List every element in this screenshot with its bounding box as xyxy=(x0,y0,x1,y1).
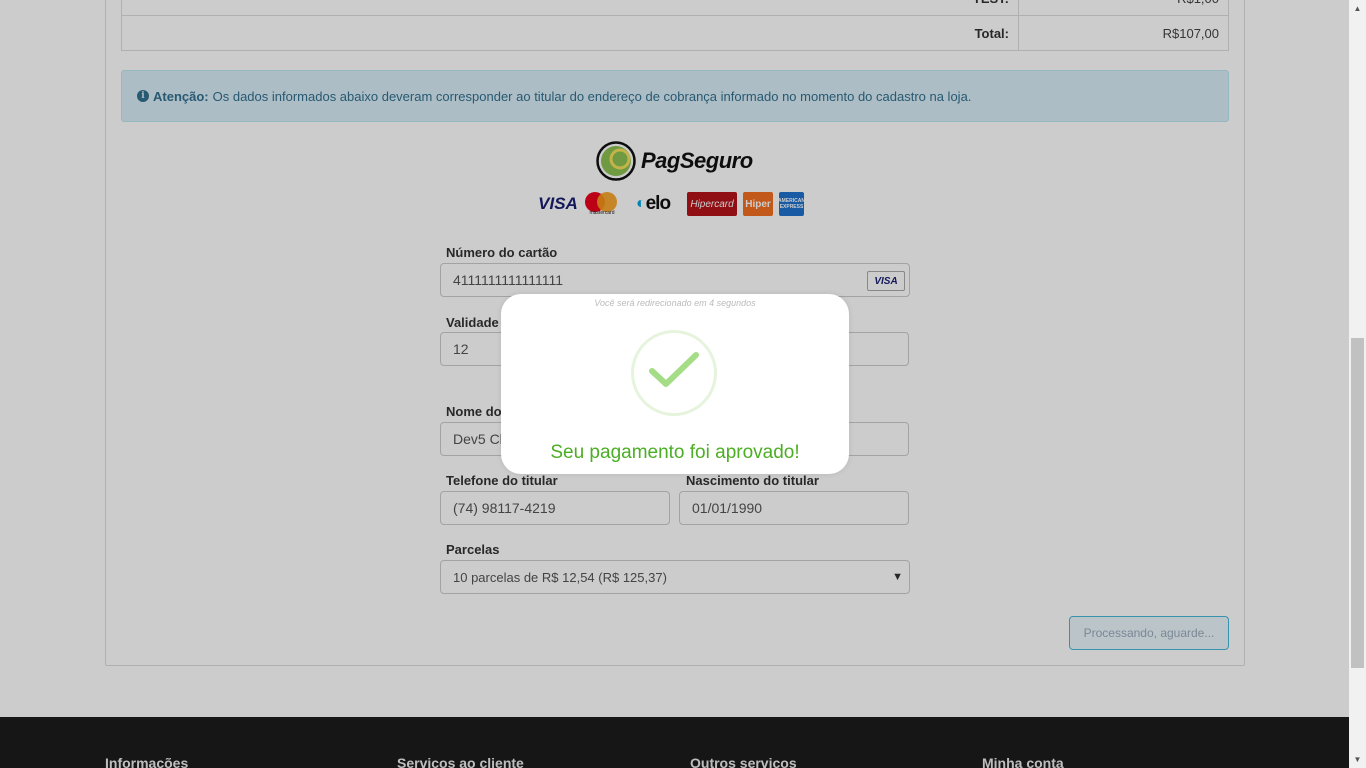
checkmark-icon xyxy=(649,352,699,387)
payment-success-modal: Você será redirecionado em 4 segundos Se… xyxy=(501,294,849,474)
scroll-down-arrow-icon[interactable]: ▼ xyxy=(1349,751,1366,768)
page-scrollbar[interactable]: ▲ ▼ xyxy=(1349,0,1366,768)
redirect-countdown: Você será redirecionado em 4 segundos xyxy=(594,298,756,308)
scroll-up-arrow-icon[interactable]: ▲ xyxy=(1349,0,1366,17)
scrollbar-thumb[interactable] xyxy=(1351,338,1364,668)
success-message: Seu pagamento foi aprovado! xyxy=(550,442,800,463)
check-circle-icon xyxy=(631,330,717,416)
